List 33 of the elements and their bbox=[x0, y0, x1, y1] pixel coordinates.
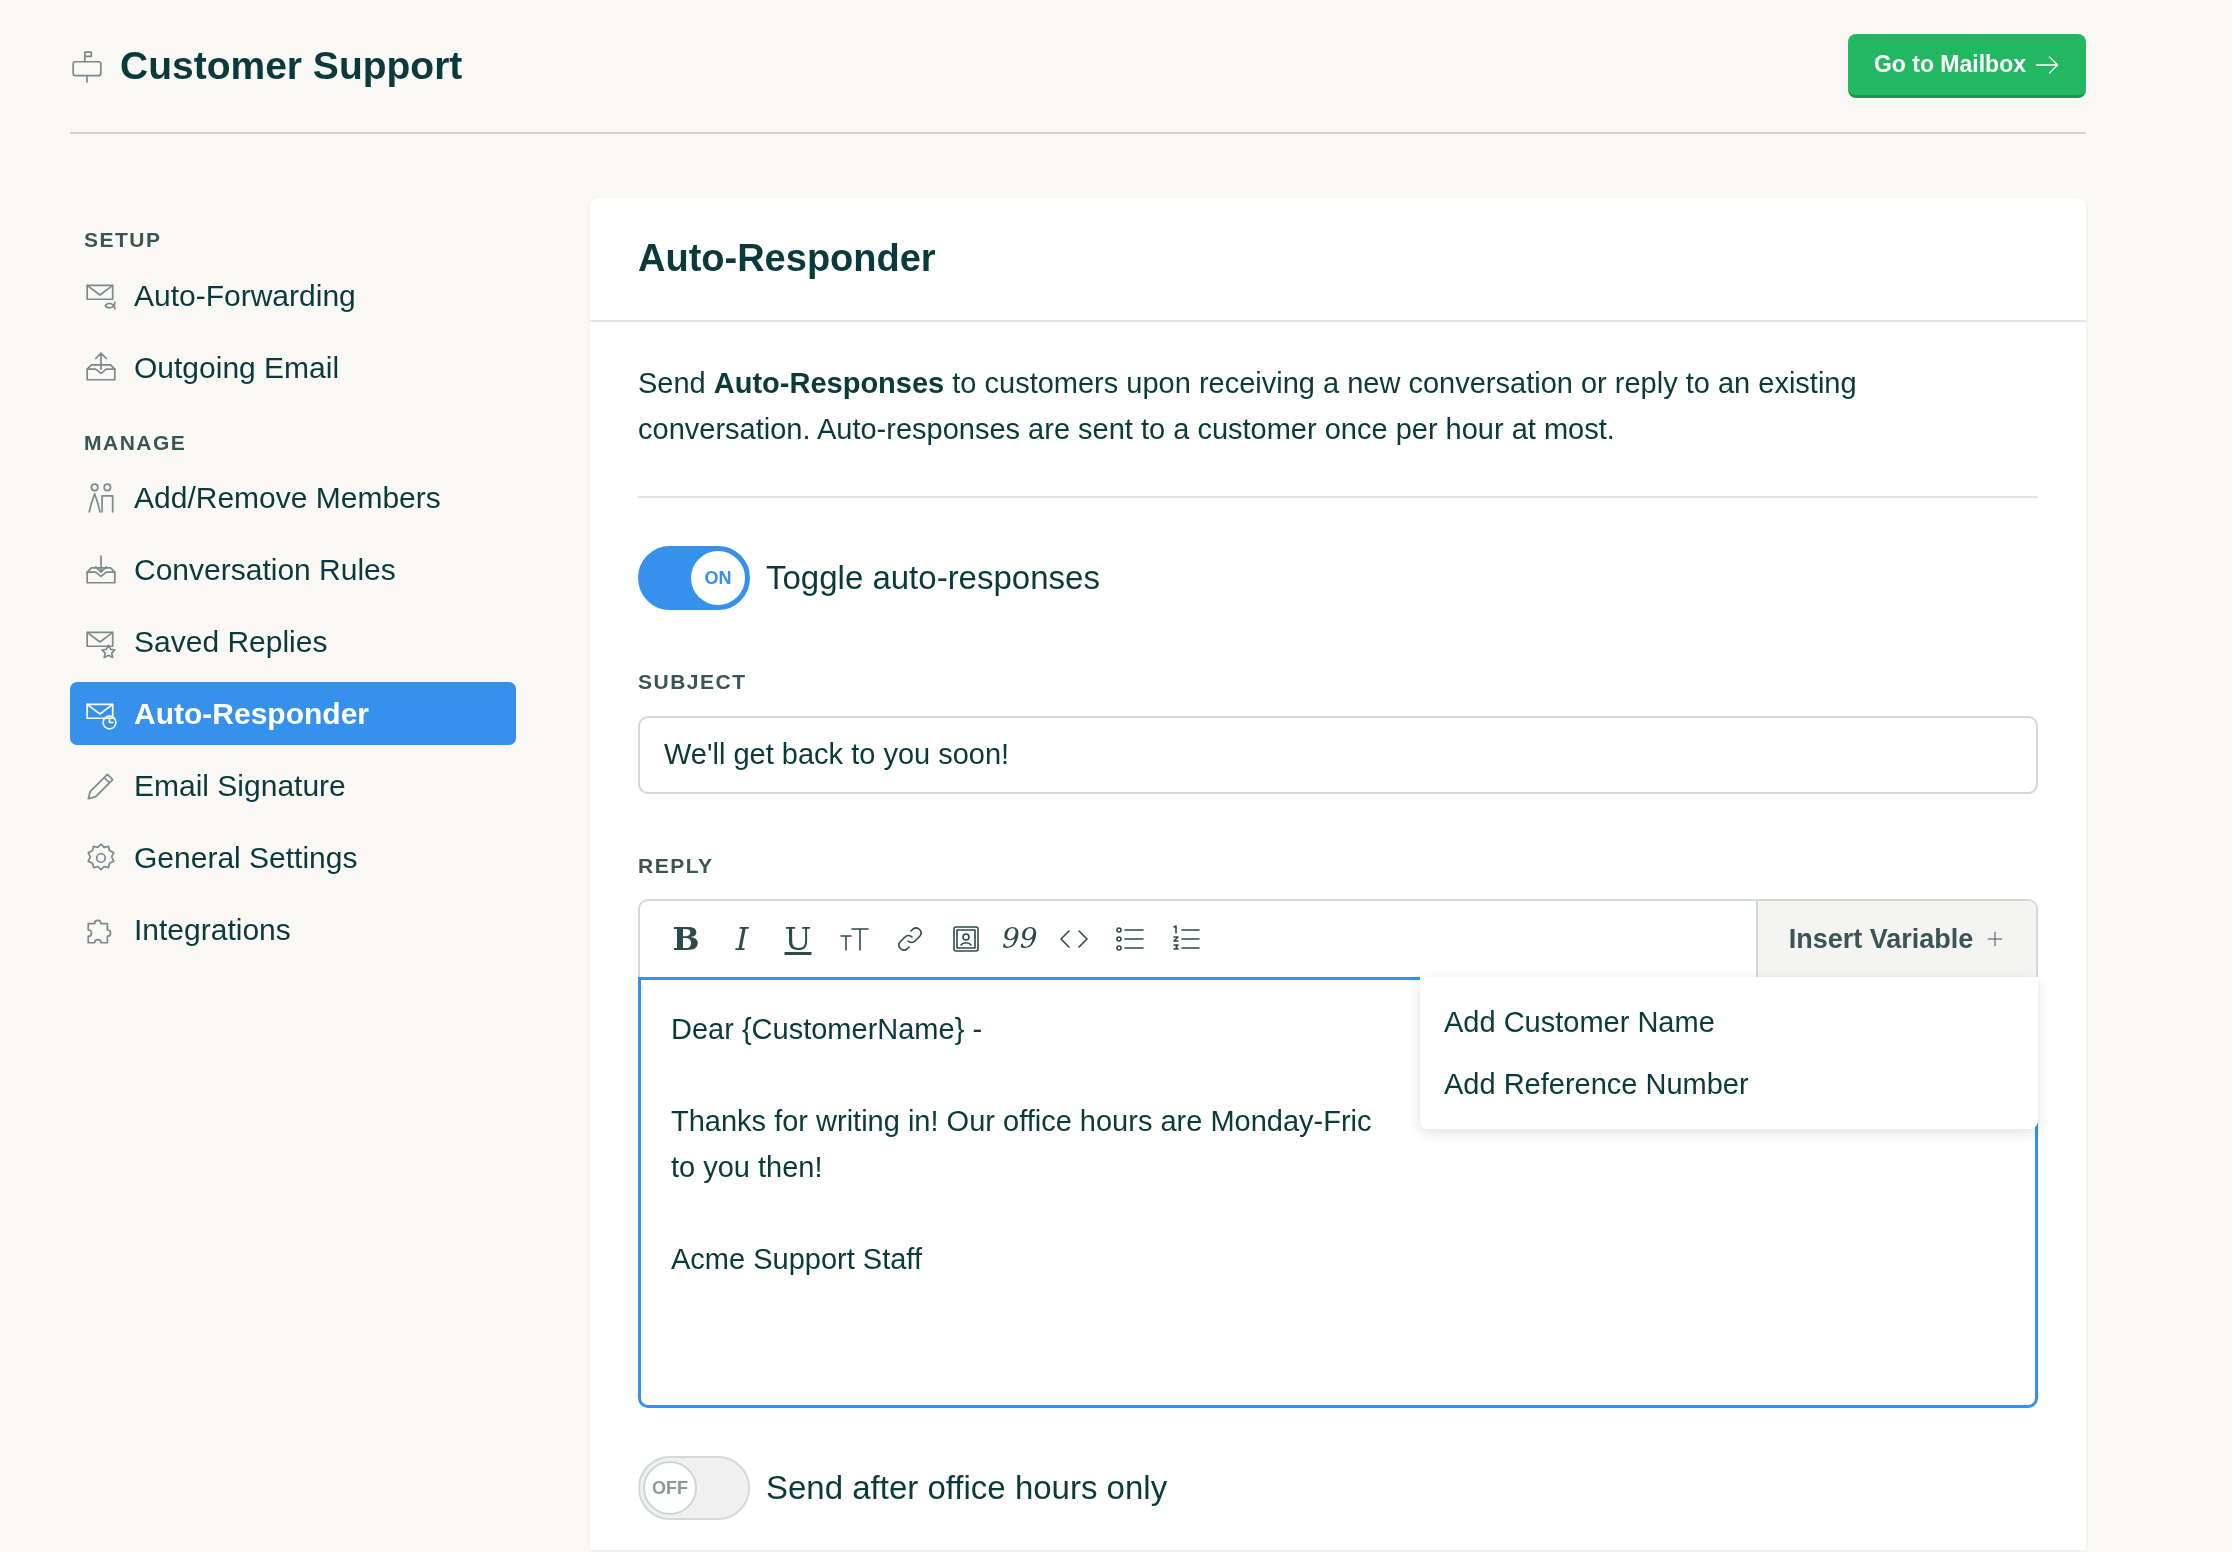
page-title: Customer Support bbox=[120, 42, 463, 89]
underline-button[interactable]: U bbox=[778, 919, 818, 959]
sidebar-item[interactable]: Auto-Forwarding bbox=[70, 263, 516, 327]
sidebar-item[interactable]: Add/Remove Members bbox=[70, 466, 516, 529]
editor-text-line: Acme Support Staff bbox=[671, 1242, 922, 1277]
sidebar-item[interactable]: Email Signature bbox=[70, 754, 516, 817]
bold-button[interactable]: B bbox=[666, 919, 706, 959]
insert-variable-button[interactable]: Insert Variable bbox=[1756, 901, 2036, 977]
dropdown-item[interactable]: Add Customer Name bbox=[1420, 991, 2038, 1053]
panel-title: Auto-Responder bbox=[638, 236, 936, 282]
quote-button[interactable]: 99 bbox=[1002, 919, 1038, 959]
section-heading: SETUP bbox=[83, 227, 163, 253]
mailbox-icon bbox=[70, 49, 104, 83]
sidebar-item[interactable]: Saved Replies bbox=[70, 610, 516, 673]
section-heading: MANAGE bbox=[83, 429, 188, 456]
editor-text-line: Dear {CustomerName} - bbox=[671, 1012, 983, 1047]
field-label: REPLY bbox=[638, 852, 715, 879]
subject-field[interactable]: We'll get back to you soon! bbox=[638, 715, 2038, 794]
description-text: Send Auto-Responses to customers upon receiving a new conversation or reply to an existing conversation. Auto-responses are sent to a customer once per hour at most. bbox=[638, 360, 2038, 498]
sidebar-item[interactable]: General Settings bbox=[70, 826, 516, 889]
sidebar-item[interactable]: Conversation Rules bbox=[70, 538, 516, 601]
tray-download-icon bbox=[84, 552, 118, 587]
editor-text-line: to you then! bbox=[671, 1150, 823, 1185]
editor-text-line: Thanks for writing in! Our office hours are Monday-Fric bbox=[671, 1104, 1372, 1139]
field-label: SUBJECT bbox=[638, 669, 748, 695]
toggle-label: Toggle auto-responses bbox=[766, 558, 1100, 599]
tray-upload-icon bbox=[84, 350, 118, 384]
sidebar-item[interactable]: Integrations bbox=[70, 898, 516, 961]
image-icon bbox=[950, 923, 982, 955]
sidebar-item[interactable]: Outgoing Email bbox=[70, 335, 516, 399]
toggle-label: Send after office hours only bbox=[766, 1468, 1168, 1509]
dropdown-item[interactable]: Add Reference Number bbox=[1420, 1053, 2038, 1115]
italic-button[interactable]: I bbox=[722, 919, 762, 959]
